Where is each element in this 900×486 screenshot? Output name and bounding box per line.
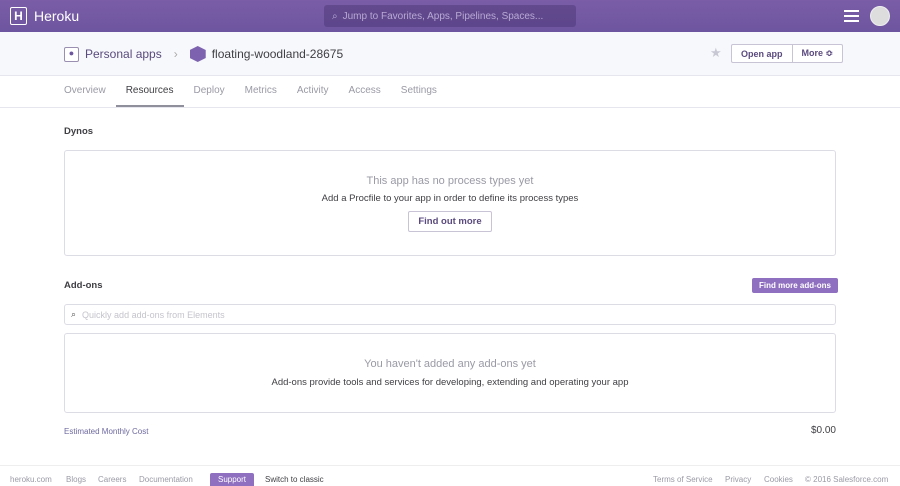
dynos-empty-text: Add a Procfile to your app in order to d… bbox=[321, 193, 579, 204]
tab-deploy[interactable]: Deploy bbox=[184, 76, 235, 107]
find-out-more-button[interactable]: Find out more bbox=[408, 211, 492, 232]
footer-link-heroku[interactable]: heroku.com bbox=[10, 475, 52, 484]
tab-metrics[interactable]: Metrics bbox=[235, 76, 287, 107]
addons-search-placeholder: Quickly add add-ons from Elements bbox=[82, 309, 225, 320]
user-avatar[interactable] bbox=[870, 6, 890, 26]
footer-link-terms[interactable]: Terms of Service bbox=[653, 475, 713, 484]
top-bar: H Heroku ⌕ Jump to Favorites, Apps, Pipel… bbox=[0, 0, 900, 32]
open-app-button[interactable]: Open app bbox=[731, 44, 793, 63]
addons-heading: Add-ons bbox=[64, 280, 103, 291]
footer-support-button[interactable]: Support bbox=[210, 473, 255, 486]
addons-search-input[interactable]: ⌕ Quickly add add-ons from Elements bbox=[64, 304, 836, 325]
person-icon: ● bbox=[64, 46, 79, 62]
footer-link-cookies[interactable]: Cookies bbox=[764, 475, 793, 484]
tab-resources[interactable]: Resources bbox=[115, 76, 184, 107]
find-more-addons-button[interactable]: Find more add-ons bbox=[752, 278, 838, 293]
tab-activity[interactable]: Activity bbox=[287, 76, 339, 107]
addons-empty-title: You haven't added any add-ons yet bbox=[364, 358, 536, 370]
chevron-right-icon: › bbox=[173, 47, 178, 61]
app-actions: Open app More ≎ bbox=[731, 44, 844, 63]
addons-empty-text: Add-ons provide tools and services for d… bbox=[271, 377, 629, 388]
favorite-star-icon[interactable]: ★ bbox=[710, 45, 722, 61]
tab-settings[interactable]: Settings bbox=[391, 76, 447, 107]
more-button[interactable]: More ≎ bbox=[792, 44, 844, 63]
footer-link-documentation[interactable]: Documentation bbox=[139, 475, 193, 484]
search-icon: ⌕ bbox=[332, 10, 338, 22]
addons-empty-panel: You haven't added any add-ons yet Add-on… bbox=[64, 333, 836, 413]
dynos-empty-panel: This app has no process types yet Add a … bbox=[64, 150, 836, 256]
breadcrumb: ● Personal apps › floating-woodland-2867… bbox=[64, 46, 343, 62]
app-name: floating-woodland-28675 bbox=[211, 47, 344, 61]
heroku-logo-icon[interactable]: H bbox=[10, 7, 27, 25]
footer-link-privacy[interactable]: Privacy bbox=[725, 475, 751, 484]
tab-access[interactable]: Access bbox=[339, 76, 391, 107]
breadcrumb-personal-apps[interactable]: Personal apps bbox=[85, 47, 162, 61]
search-input[interactable]: ⌕ Jump to Favorites, Apps, Pipelines, Spa… bbox=[324, 5, 576, 27]
search-placeholder: Jump to Favorites, Apps, Pipelines, Spac… bbox=[342, 10, 544, 22]
estimated-cost-label: Estimated Monthly Cost bbox=[64, 427, 149, 436]
search-icon: ⌕ bbox=[71, 309, 77, 319]
tab-overview[interactable]: Overview bbox=[64, 76, 116, 107]
hamburger-menu-icon[interactable] bbox=[844, 10, 859, 25]
footer-switch-classic[interactable]: Switch to classic bbox=[265, 475, 324, 484]
dynos-heading: Dynos bbox=[64, 126, 94, 137]
brand-name[interactable]: Heroku bbox=[34, 8, 79, 24]
footer-link-careers[interactable]: Careers bbox=[98, 475, 126, 484]
app-tabs: Overview Resources Deploy Metrics Activi… bbox=[0, 76, 900, 108]
footer-copyright: © 2016 Salesforce.com bbox=[805, 475, 889, 484]
estimated-cost-value: $0.00 bbox=[810, 425, 836, 436]
footer-link-blogs[interactable]: Blogs bbox=[66, 475, 86, 484]
dynos-empty-title: This app has no process types yet bbox=[366, 175, 534, 187]
footer: heroku.com Blogs Careers Documentation S… bbox=[0, 465, 900, 486]
app-hexagon-icon bbox=[189, 46, 206, 62]
